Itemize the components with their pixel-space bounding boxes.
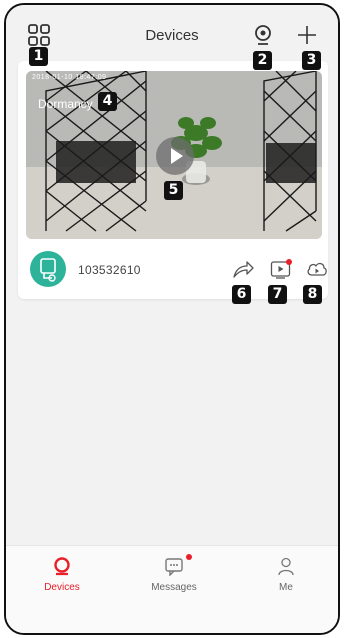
share-icon[interactable]: [232, 259, 254, 279]
callout-badge: 8: [303, 285, 322, 304]
camera-device-icon: [40, 258, 56, 282]
camera-preview[interactable]: 2018-01-10 18:47:09 Dormancy: [26, 71, 322, 239]
video-timestamp: 2018-01-10 18:47:09: [32, 74, 107, 81]
tab-label: Messages: [151, 582, 197, 593]
callout-badge: 7: [268, 285, 287, 304]
callout-badge: 6: [232, 285, 251, 304]
messages-icon: [165, 558, 183, 576]
add-device-icon[interactable]: [295, 23, 319, 47]
tab-me[interactable]: Me: [230, 546, 338, 626]
devices-icon: [54, 557, 70, 576]
notification-dot: [186, 554, 192, 560]
callout-badge: 3: [302, 51, 321, 70]
page-title: Devices: [145, 27, 199, 44]
tab-label: Me: [279, 582, 293, 593]
playback-icon[interactable]: [270, 259, 292, 279]
tab-devices[interactable]: Devices: [6, 546, 118, 626]
tab-label: Devices: [44, 582, 80, 593]
camera-icon[interactable]: [251, 23, 275, 47]
device-status: Dormancy: [38, 97, 93, 111]
bottom-tab-bar: Devices Messages Me: [6, 545, 338, 633]
device-avatar: [30, 251, 66, 287]
device-card[interactable]: 2018-01-10 18:47:09 Dormancy 103532610: [18, 61, 328, 299]
app-header: Devices: [6, 5, 338, 57]
tab-messages[interactable]: Messages: [118, 546, 230, 626]
device-id: 103532610: [78, 263, 141, 277]
play-button[interactable]: [156, 137, 194, 175]
callout-badge: 5: [164, 181, 183, 200]
callout-badge: 1: [29, 47, 48, 66]
callout-badge: 4: [98, 92, 117, 111]
callout-badge: 2: [253, 51, 272, 70]
cloud-icon[interactable]: [306, 259, 328, 279]
phone-frame: Devices 2018-01-10 18:47:09 Dormancy 103…: [4, 3, 340, 635]
person-icon: [278, 557, 294, 576]
